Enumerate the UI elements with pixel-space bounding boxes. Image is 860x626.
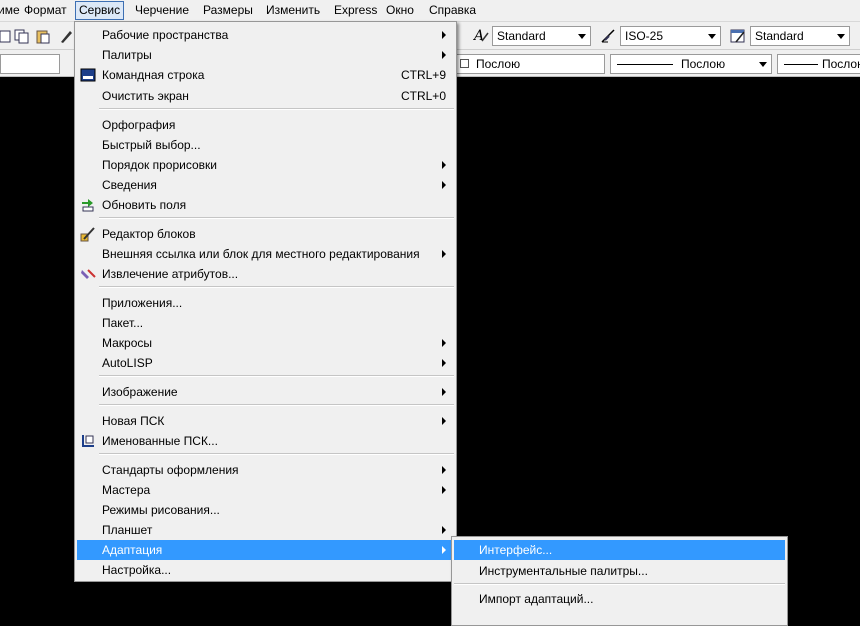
submenu-arrow-icon bbox=[442, 250, 446, 258]
extract-attributes-icon bbox=[81, 269, 96, 279]
menu-item-workspaces[interactable]: Рабочие пространства bbox=[77, 25, 454, 45]
menu-dimensions[interactable]: Размеры bbox=[199, 2, 257, 19]
menu-separator bbox=[99, 453, 454, 455]
menu-item-quick-select[interactable]: Быстрый выбор... bbox=[77, 135, 454, 155]
color-value: Послою bbox=[476, 57, 521, 71]
chevron-down-icon bbox=[837, 34, 845, 39]
submenu-arrow-icon bbox=[442, 181, 446, 189]
menu-separator bbox=[99, 404, 454, 406]
menu-item-draw-order[interactable]: Порядок прорисовки bbox=[77, 155, 454, 175]
menu-item-clean-screen[interactable]: Очистить экран CTRL+0 bbox=[77, 86, 454, 106]
menu-item-interface[interactable]: Интерфейс... bbox=[454, 540, 785, 560]
menu-item-display-image[interactable]: Изображение bbox=[77, 382, 454, 402]
menu-item-command-line[interactable]: Командная строка CTRL+9 bbox=[77, 65, 454, 85]
menu-item-spelling[interactable]: Орфография bbox=[77, 115, 454, 135]
lineweight-value: Послою bbox=[822, 57, 860, 71]
lineweight-combo[interactable]: Послою bbox=[777, 54, 860, 74]
color-combo[interactable]: Послою bbox=[455, 54, 605, 74]
submenu-arrow-icon bbox=[442, 526, 446, 534]
menu-item-tool-palettes[interactable]: Инструментальные палитры... bbox=[454, 561, 785, 581]
named-ucs-icon bbox=[82, 435, 94, 447]
open-icon[interactable] bbox=[0, 28, 12, 44]
menu-help[interactable]: Справка bbox=[425, 2, 480, 19]
menu-item-new-ucs[interactable]: Новая ПСК bbox=[77, 411, 454, 431]
menu-format[interactable]: Формат bbox=[20, 2, 71, 19]
menu-item-tablet[interactable]: Планшет bbox=[77, 520, 454, 540]
menu-item-options[interactable]: Настройка... bbox=[77, 560, 454, 580]
menu-separator bbox=[99, 375, 454, 377]
menu-item-palettes[interactable]: Палитры bbox=[77, 45, 454, 65]
chevron-down-icon bbox=[708, 34, 716, 39]
menu-draw[interactable]: Черчение bbox=[131, 2, 193, 19]
menu-item-inquiry[interactable]: Сведения bbox=[77, 175, 454, 195]
menu-modify[interactable]: Изменить bbox=[262, 2, 324, 19]
submenu-arrow-icon bbox=[442, 359, 446, 367]
command-line-icon bbox=[80, 68, 96, 82]
text-style-icon: A bbox=[473, 28, 489, 43]
menu-express[interactable]: Express bbox=[330, 2, 381, 19]
submenu-arrow-icon bbox=[442, 417, 446, 425]
customize-submenu: Интерфейс... Инструментальные палитры...… bbox=[451, 536, 788, 626]
dim-style-value: ISO-25 bbox=[625, 29, 664, 43]
menu-service[interactable]: Сервис bbox=[75, 1, 125, 20]
chevron-down-icon bbox=[759, 62, 767, 67]
menu-item-drafting-settings[interactable]: Режимы рисования... bbox=[77, 500, 454, 520]
dim-style-combo[interactable]: ISO-25 bbox=[620, 26, 721, 46]
menu-item-xref-in-place-edit[interactable]: Внешняя ссылка или блок для местного ред… bbox=[77, 244, 454, 264]
menu-window[interactable]: Окно bbox=[382, 2, 418, 19]
match-properties-icon[interactable] bbox=[58, 28, 74, 44]
linetype-preview bbox=[617, 64, 673, 65]
layer-combo[interactable] bbox=[0, 54, 60, 74]
menu-item-customize[interactable]: Адаптация bbox=[77, 540, 454, 560]
menu-item-script[interactable]: Пакет... bbox=[77, 313, 454, 333]
menu-item-cad-standards[interactable]: Стандарты оформления bbox=[77, 460, 454, 480]
menu-item-import-customizations[interactable]: Импорт адаптаций... bbox=[454, 589, 785, 609]
table-style-combo[interactable]: Standard bbox=[750, 26, 850, 46]
menu-item-autolisp[interactable]: AutoLISP bbox=[77, 353, 454, 373]
dim-style-icon bbox=[601, 29, 615, 43]
service-menu: Рабочие пространства Палитры Командная с… bbox=[74, 21, 457, 582]
paste-icon[interactable] bbox=[35, 28, 51, 44]
linetype-combo[interactable]: Послою bbox=[610, 54, 772, 74]
copy-icon[interactable] bbox=[14, 28, 30, 44]
update-fields-icon bbox=[82, 199, 94, 212]
linetype-value: Послою bbox=[681, 57, 726, 71]
menu-item-wizards[interactable]: Мастера bbox=[77, 480, 454, 500]
submenu-arrow-icon bbox=[442, 546, 446, 554]
menu-item-applications[interactable]: Приложения... bbox=[77, 293, 454, 313]
chevron-down-icon bbox=[578, 34, 586, 39]
color-swatch bbox=[460, 59, 469, 68]
block-editor-icon bbox=[80, 227, 95, 242]
submenu-arrow-icon bbox=[442, 161, 446, 169]
submenu-arrow-icon bbox=[442, 31, 446, 39]
submenu-arrow-icon bbox=[442, 388, 446, 396]
menu-separator bbox=[454, 583, 785, 585]
submenu-arrow-icon bbox=[442, 486, 446, 494]
text-style-combo[interactable]: Standard bbox=[492, 26, 591, 46]
submenu-arrow-icon bbox=[442, 466, 446, 474]
table-style-icon bbox=[730, 29, 745, 43]
table-style-value: Standard bbox=[755, 29, 804, 43]
submenu-arrow-icon bbox=[442, 51, 446, 59]
menu-item-extract-attributes[interactable]: Извлечение атрибутов... bbox=[77, 264, 454, 284]
menu-item-block-editor[interactable]: Редактор блоков bbox=[77, 224, 454, 244]
menu-separator bbox=[99, 217, 454, 219]
menu-separator bbox=[99, 286, 454, 288]
menu-separator bbox=[99, 108, 454, 110]
menu-bar: име Формат Сервис Черчение Размеры Измен… bbox=[0, 0, 860, 22]
menu-item-update-fields[interactable]: Обновить поля bbox=[77, 195, 454, 215]
lineweight-preview bbox=[784, 64, 818, 65]
submenu-arrow-icon bbox=[442, 339, 446, 347]
text-style-value: Standard bbox=[497, 29, 546, 43]
menu-item-macros[interactable]: Макросы bbox=[77, 333, 454, 353]
menu-item-named-ucs[interactable]: Именованные ПСК... bbox=[77, 431, 454, 451]
